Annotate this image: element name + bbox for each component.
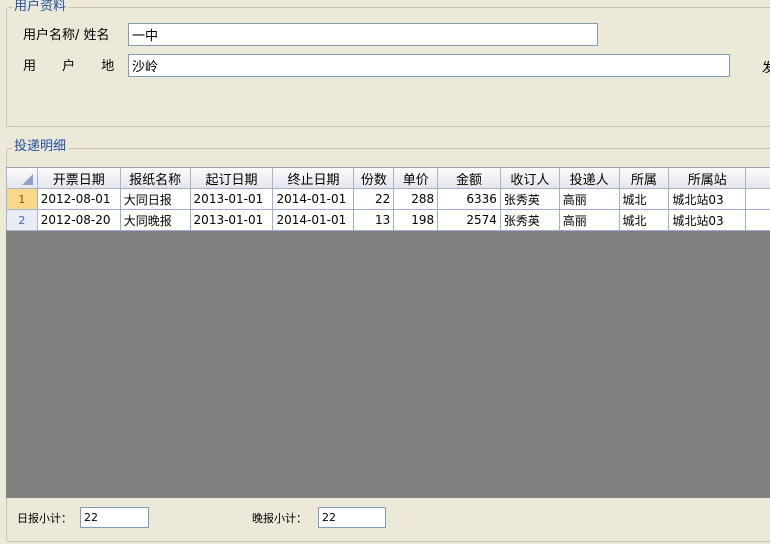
table-cell[interactable]: 6336 bbox=[437, 188, 501, 210]
table-cell[interactable]: 2013-01-01 bbox=[189, 188, 274, 210]
user-info-title: 用户资料 bbox=[12, 0, 69, 14]
delivery-table: 开票日期 报纸名称 起订日期 终止日期 份数 单价 金额 收订人 投递人 所属 所属站 1 2012-… bbox=[6, 168, 770, 231]
column-header[interactable]: 所属站 bbox=[668, 168, 747, 189]
row-header[interactable]: 2 bbox=[6, 209, 38, 231]
column-header[interactable]: 投递人 bbox=[558, 168, 620, 189]
table-cell[interactable]: 13 bbox=[353, 209, 395, 231]
table-cell-empty bbox=[745, 209, 770, 231]
column-header[interactable]: 金额 bbox=[437, 168, 501, 189]
name-label: 用户名称/ 姓名 bbox=[23, 28, 110, 43]
cut-off-label: 发 bbox=[762, 61, 770, 76]
table-cell[interactable]: 2014-01-01 bbox=[272, 209, 355, 231]
column-header[interactable]: 起订日期 bbox=[189, 168, 274, 189]
table-cell[interactable]: 2014-01-01 bbox=[272, 188, 355, 210]
column-header[interactable]: 单价 bbox=[393, 168, 439, 189]
table-cell[interactable]: 大同晚报 bbox=[119, 209, 191, 231]
table-cell[interactable]: 2012-08-20 bbox=[36, 209, 121, 231]
table-cell[interactable]: 198 bbox=[393, 209, 439, 231]
table-cell[interactable]: 22 bbox=[353, 188, 395, 210]
delivery-grid[interactable]: 开票日期 报纸名称 起订日期 终止日期 份数 单价 金额 收订人 投递人 所属 所属站 1 2012-… bbox=[6, 167, 770, 498]
column-header-empty bbox=[745, 168, 770, 189]
table-row[interactable]: 1 2012-08-01 大同日报 2013-01-01 2014-01-01 22 288… bbox=[6, 188, 770, 210]
table-cell[interactable]: 高丽 bbox=[558, 188, 620, 210]
table-row[interactable]: 2 2012-08-20 大同晚报 2013-01-01 2014-01-01 13 198… bbox=[6, 209, 770, 231]
table-cell[interactable]: 张秀英 bbox=[499, 188, 560, 210]
daily-subtotal-label: 日报小计： bbox=[17, 512, 72, 525]
table-cell[interactable]: 城北 bbox=[618, 209, 670, 231]
column-header[interactable]: 终止日期 bbox=[272, 168, 355, 189]
header-row: 开票日期 报纸名称 起订日期 终止日期 份数 单价 金额 收订人 投递人 所属 所属站 bbox=[6, 168, 770, 189]
evening-subtotal-field[interactable] bbox=[318, 507, 386, 528]
select-all-corner[interactable] bbox=[6, 168, 38, 189]
row-header[interactable]: 1 bbox=[6, 188, 38, 210]
table-cell[interactable]: 2013-01-01 bbox=[189, 209, 274, 231]
daily-subtotal-field[interactable] bbox=[80, 507, 149, 528]
table-cell[interactable]: 城北站03 bbox=[668, 188, 747, 210]
address-field[interactable] bbox=[128, 54, 730, 77]
table-cell[interactable]: 大同日报 bbox=[119, 188, 191, 210]
table-cell[interactable]: 张秀英 bbox=[499, 209, 560, 231]
table-cell-empty bbox=[745, 188, 770, 210]
table-cell[interactable]: 高丽 bbox=[558, 209, 620, 231]
delivery-title: 投递明细 bbox=[12, 139, 69, 154]
column-header[interactable]: 份数 bbox=[353, 168, 395, 189]
column-header[interactable]: 收订人 bbox=[499, 168, 560, 189]
column-header[interactable]: 报纸名称 bbox=[119, 168, 191, 189]
column-header[interactable]: 所属 bbox=[618, 168, 670, 189]
name-field[interactable] bbox=[128, 23, 598, 46]
table-cell[interactable]: 城北 bbox=[618, 188, 670, 210]
evening-subtotal-label: 晚报小计： bbox=[252, 512, 307, 525]
table-cell[interactable]: 城北站03 bbox=[668, 209, 747, 231]
table-cell[interactable]: 2574 bbox=[437, 209, 501, 231]
column-header[interactable]: 开票日期 bbox=[36, 168, 121, 189]
table-cell[interactable]: 288 bbox=[393, 188, 439, 210]
table-cell[interactable]: 2012-08-01 bbox=[36, 188, 121, 210]
